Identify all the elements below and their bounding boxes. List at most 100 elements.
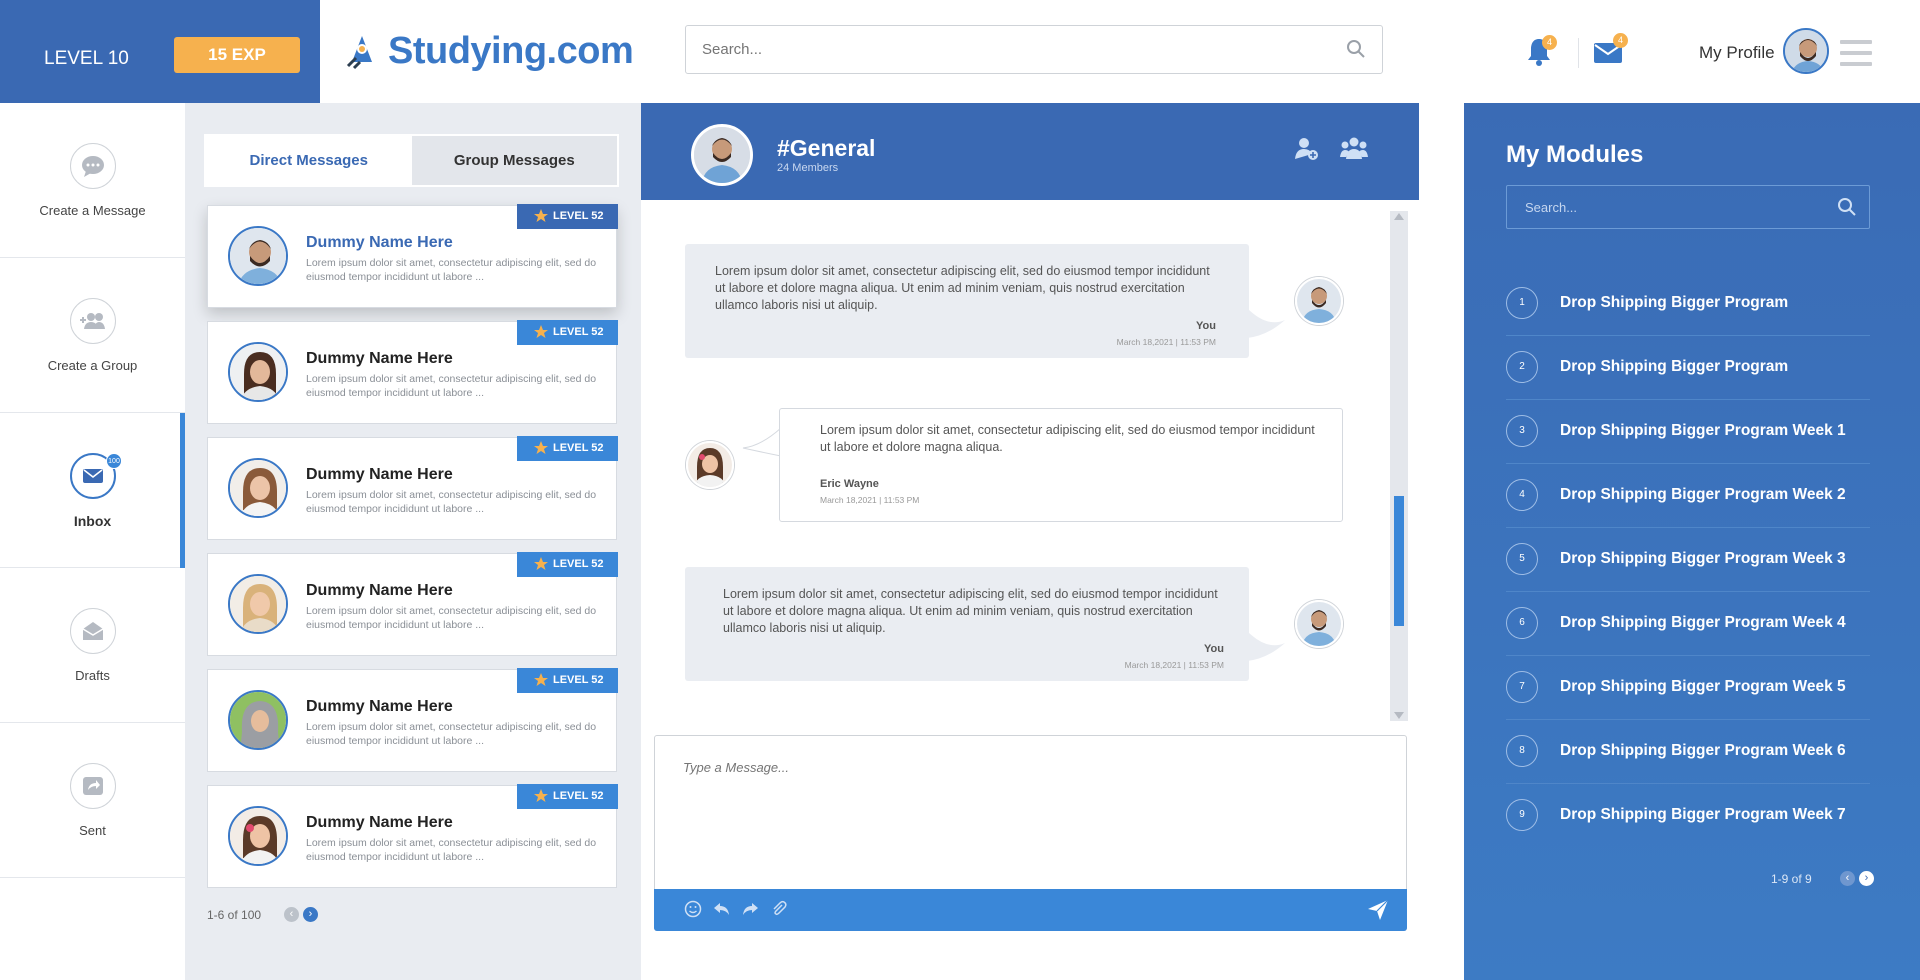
level-badge: LEVEL 52 <box>517 552 618 577</box>
hamburger-menu-icon[interactable] <box>1840 40 1872 66</box>
module-item[interactable]: 8 Drop Shipping Bigger Program Week 6 <box>1506 720 1870 784</box>
star-icon <box>534 325 548 338</box>
chat-bubble-icon <box>70 143 116 189</box>
module-label: Drop Shipping Bigger Program Week 2 <box>1560 486 1846 503</box>
inbox-count-badge: 100 <box>106 453 122 469</box>
card-name: Dummy Name Here <box>306 466 453 483</box>
level-badge-label: LEVEL 52 <box>553 674 604 686</box>
profile-avatar[interactable] <box>1783 28 1829 74</box>
nav-label: Drafts <box>75 668 110 683</box>
nav-create-message[interactable]: Create a Message <box>0 103 185 258</box>
module-number: 9 <box>1506 799 1538 831</box>
scroll-down-icon[interactable] <box>1394 712 1404 719</box>
module-item[interactable]: 1 Drop Shipping Bigger Program <box>1506 272 1870 336</box>
level-badge-label: LEVEL 52 <box>553 326 604 338</box>
modules-next-button[interactable]: › <box>1859 871 1874 886</box>
rocket-logo-icon <box>346 36 372 70</box>
nav-label: Create a Message <box>39 203 146 218</box>
emoji-icon[interactable] <box>684 900 702 918</box>
level-badge-label: LEVEL 52 <box>553 790 604 802</box>
avatar <box>228 226 288 286</box>
bubble-tail-icon <box>1247 308 1285 338</box>
avatar <box>228 342 288 402</box>
card-name: Dummy Name Here <box>306 814 453 831</box>
star-icon <box>534 789 548 802</box>
module-number: 8 <box>1506 735 1538 767</box>
bubble-tail-icon <box>1247 631 1285 661</box>
card-preview: Lorem ipsum dolor sit amet, consectetur … <box>306 837 597 863</box>
send-icon[interactable] <box>1367 899 1389 921</box>
nav-label: Create a Group <box>47 358 138 373</box>
mail-count-badge: 4 <box>1613 33 1628 48</box>
card-preview: Lorem ipsum dolor sit amet, consectetur … <box>306 373 597 399</box>
message-text: Lorem ipsum dolor sit amet, consectetur … <box>715 264 1210 312</box>
chat-scrollbar[interactable] <box>1390 211 1408 721</box>
card-name: Dummy Name Here <box>306 350 453 367</box>
conversation-card[interactable]: Dummy Name Here Lorem ipsum dolor sit am… <box>207 320 618 424</box>
module-item[interactable]: 5 Drop Shipping Bigger Program Week 3 <box>1506 528 1870 592</box>
tab-direct-messages[interactable]: Direct Messages <box>206 136 412 185</box>
scroll-thumb[interactable] <box>1394 496 1404 626</box>
module-label: Drop Shipping Bigger Program Week 6 <box>1560 742 1846 759</box>
conversation-card[interactable]: Dummy Name Here Lorem ipsum dolor sit am… <box>207 552 618 656</box>
modules-pager-text: 1-9 of 9 <box>1771 872 1812 886</box>
message-text: Lorem ipsum dolor sit amet, consectetur … <box>820 423 1315 454</box>
star-icon <box>534 673 548 686</box>
module-number: 6 <box>1506 607 1538 639</box>
modules-prev-button[interactable]: ‹ <box>1840 871 1855 886</box>
forward-icon <box>70 763 116 809</box>
search-icon[interactable] <box>1837 197 1857 217</box>
compose-box <box>654 735 1407 931</box>
search-icon[interactable] <box>1346 39 1366 59</box>
search-input[interactable] <box>686 26 1286 73</box>
module-item[interactable]: 4 Drop Shipping Bigger Program Week 2 <box>1506 464 1870 528</box>
messages-button[interactable]: 4 <box>1593 33 1628 69</box>
level-badge: LEVEL 52 <box>517 320 618 345</box>
next-page-button[interactable]: › <box>303 907 318 922</box>
add-user-icon[interactable] <box>1293 135 1319 161</box>
conversation-card[interactable]: Dummy Name Here Lorem ipsum dolor sit am… <box>207 204 618 308</box>
conversation-card[interactable]: Dummy Name Here Lorem ipsum dolor sit am… <box>207 436 618 540</box>
logo[interactable]: Studying.com <box>344 26 634 76</box>
nav-sent[interactable]: Sent <box>0 723 185 878</box>
my-profile-link[interactable]: My Profile <box>1699 43 1775 63</box>
module-item[interactable]: 3 Drop Shipping Bigger Program Week 1 <box>1506 400 1870 464</box>
avatar <box>686 441 734 489</box>
scroll-up-icon[interactable] <box>1394 213 1404 220</box>
module-item[interactable]: 7 Drop Shipping Bigger Program Week 5 <box>1506 656 1870 720</box>
module-label: Drop Shipping Bigger Program Week 3 <box>1560 550 1846 567</box>
level-badge-label: LEVEL 52 <box>553 442 604 454</box>
tab-group-messages[interactable]: Group Messages <box>411 136 617 185</box>
nav-inbox[interactable]: 100 Inbox <box>0 413 185 568</box>
avatar <box>228 574 288 634</box>
reply-icon[interactable] <box>713 900 731 918</box>
conversation-card[interactable]: Dummy Name Here Lorem ipsum dolor sit am… <box>207 668 618 772</box>
avatar <box>1295 277 1343 325</box>
bubble-tail-icon <box>742 428 781 457</box>
group-icon[interactable] <box>1340 135 1368 161</box>
exp-badge: 15 EXP <box>174 37 300 73</box>
forward-message-icon[interactable] <box>741 900 759 918</box>
module-item[interactable]: 2 Drop Shipping Bigger Program <box>1506 336 1870 400</box>
nav-label: Inbox <box>73 513 112 529</box>
module-item[interactable]: 6 Drop Shipping Bigger Program Week 4 <box>1506 592 1870 656</box>
avatar <box>228 690 288 750</box>
nav-label: Sent <box>79 823 106 838</box>
attach-icon[interactable] <box>770 900 788 918</box>
avatar <box>228 458 288 518</box>
modules-search-input[interactable] <box>1507 186 1807 228</box>
notifications-button[interactable]: 4 <box>1526 35 1557 72</box>
message-tabs: Direct Messages Group Messages <box>204 134 619 187</box>
star-icon <box>534 209 548 222</box>
conversation-card[interactable]: Dummy Name Here Lorem ipsum dolor sit am… <box>207 784 618 888</box>
module-item[interactable]: 9 Drop Shipping Bigger Program Week 7 <box>1506 784 1870 848</box>
level-badge-label: LEVEL 52 <box>553 210 604 222</box>
message-input[interactable] <box>655 736 1406 886</box>
prev-page-button[interactable]: ‹ <box>284 907 299 922</box>
nav-drafts[interactable]: Drafts <box>0 568 185 723</box>
nav-create-group[interactable]: Create a Group <box>0 258 185 413</box>
module-number: 1 <box>1506 287 1538 319</box>
module-number: 4 <box>1506 479 1538 511</box>
module-number: 3 <box>1506 415 1538 447</box>
level-badge: LEVEL 52 <box>517 784 618 809</box>
